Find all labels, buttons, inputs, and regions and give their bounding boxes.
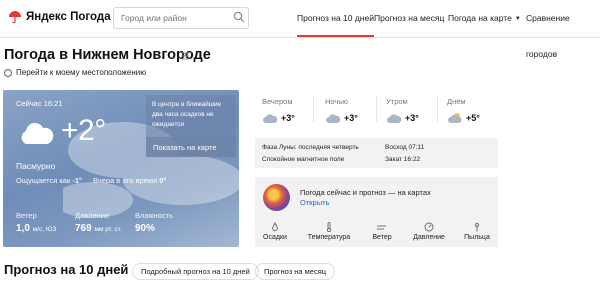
yesterday-temp: Вчера в это время 0° bbox=[93, 176, 166, 185]
current-temperature: +2° bbox=[61, 114, 106, 147]
feels-like-label: Ощущается как bbox=[16, 176, 71, 185]
raindrop-icon bbox=[272, 222, 278, 231]
layer-pressure[interactable]: Давление bbox=[405, 222, 453, 241]
logo[interactable]: Яндекс Погода bbox=[8, 10, 111, 24]
location-icon bbox=[4, 68, 12, 77]
wind-speed: 1,0 bbox=[16, 223, 30, 234]
part-temp: +3° bbox=[344, 113, 358, 123]
divider bbox=[376, 96, 377, 122]
location-link[interactable]: Перейти к моему местоположению bbox=[4, 68, 146, 77]
month-forecast-button[interactable]: Прогноз на месяц bbox=[255, 263, 336, 280]
tab-label: Прогноз на 10 дней bbox=[297, 13, 374, 23]
thermometer-icon bbox=[326, 222, 332, 232]
part-temp: +3° bbox=[405, 113, 419, 123]
feels-like-value: -1° bbox=[72, 176, 83, 185]
wind-value: 1,0 м/с, ЮЗ bbox=[16, 223, 56, 234]
layer-label: Ветер bbox=[372, 234, 392, 241]
maps-title: Погода сейчас и прогноз — на картах bbox=[300, 188, 431, 197]
layer-label: Пыльца bbox=[464, 234, 490, 241]
cloud-icon bbox=[21, 123, 54, 144]
partly-cloudy-icon bbox=[448, 113, 462, 123]
layer-label: Температура bbox=[307, 234, 351, 241]
layer-label: Давление bbox=[413, 234, 445, 241]
magnetic-field: Спокойное магнитное поле bbox=[262, 156, 345, 163]
tab-label: Прогноз на месяц bbox=[374, 13, 445, 23]
pressure-value: 769 мм рт. ст. bbox=[75, 223, 122, 234]
tab-label: Сравнение городов bbox=[526, 13, 570, 59]
chevron-down-icon: ▼ bbox=[514, 15, 521, 22]
astro-info: Фаза Луны: последняя четверть Спокойное … bbox=[255, 138, 498, 168]
maps-widget[interactable]: Погода сейчас и прогноз — на картах Откр… bbox=[255, 177, 498, 247]
pressure-unit: мм рт. ст. bbox=[94, 226, 122, 233]
wind-unit: м/с, ЮЗ bbox=[32, 226, 57, 233]
current-condition: Пасмурно bbox=[16, 161, 56, 171]
current-time: Сейчас 16:21 bbox=[16, 99, 63, 108]
layer-precipitation[interactable]: Осадки bbox=[251, 222, 299, 241]
pressure-number: 769 bbox=[75, 223, 92, 234]
search-input[interactable] bbox=[113, 7, 249, 29]
settings-icon[interactable]: ° bbox=[180, 51, 194, 61]
header: Яндекс Погода Прогноз на 10 дней Прогноз… bbox=[0, 0, 600, 59]
cloud-icon bbox=[387, 114, 402, 123]
location-link-label: Перейти к моему местоположению bbox=[16, 68, 147, 77]
wind-label: Ветер bbox=[16, 211, 37, 220]
divider bbox=[313, 96, 314, 122]
layer-pollen[interactable]: Пыльца bbox=[453, 222, 501, 241]
show-on-map-button[interactable]: Показать на карте bbox=[146, 137, 236, 157]
sunset: Закат 16:22 bbox=[385, 156, 421, 163]
tab-map[interactable]: Погода на карте ▼ bbox=[448, 0, 521, 37]
layer-temperature[interactable]: Температура bbox=[305, 222, 353, 241]
part-label: Днём bbox=[447, 97, 466, 106]
svg-text:°: ° bbox=[190, 52, 192, 58]
tab-compare[interactable]: Сравнение городов bbox=[526, 0, 600, 59]
layer-wind[interactable]: Ветер bbox=[358, 222, 406, 241]
part-temp: +3° bbox=[281, 113, 295, 123]
logo-text: Яндекс Погода bbox=[26, 11, 111, 23]
pollen-icon bbox=[475, 223, 479, 232]
part-temp: +5° bbox=[466, 113, 480, 123]
maps-open-link[interactable]: Открыть bbox=[300, 198, 329, 207]
moon-phase: Фаза Луны: последняя четверть bbox=[262, 144, 359, 151]
gauge-icon bbox=[424, 222, 434, 232]
divider bbox=[437, 96, 438, 122]
search-icon[interactable] bbox=[233, 11, 245, 23]
wind-icon bbox=[377, 225, 386, 230]
cloud-icon bbox=[263, 114, 278, 123]
part-day: Днём +5° bbox=[447, 97, 507, 124]
detail-forecast-button[interactable]: Подробный прогноз на 10 дней bbox=[132, 263, 259, 280]
tab-month[interactable]: Прогноз на месяц bbox=[374, 0, 444, 37]
humidity-value: 90% bbox=[135, 223, 156, 234]
humidity-label: Влажность bbox=[135, 211, 173, 220]
forecast-title: Прогноз на 10 дней bbox=[4, 262, 129, 277]
tab-label: Погода на карте bbox=[448, 13, 512, 23]
yesterday-label: Вчера в это время bbox=[93, 176, 158, 185]
pressure-label: Давление bbox=[75, 211, 110, 220]
yesterday-value: 0° bbox=[159, 176, 167, 185]
current-weather-card: Сейчас 16:21 +2° Пасмурно Ощущается как … bbox=[3, 90, 239, 247]
cloud-icon bbox=[326, 114, 341, 123]
sunrise: Восход 07:11 bbox=[385, 144, 425, 151]
feels-like: Ощущается как -1° bbox=[16, 176, 82, 185]
layer-label: Осадки bbox=[263, 234, 287, 241]
tab-10-days[interactable]: Прогноз на 10 дней bbox=[297, 0, 374, 37]
map-preview-icon bbox=[263, 184, 290, 211]
umbrella-icon bbox=[9, 11, 21, 24]
